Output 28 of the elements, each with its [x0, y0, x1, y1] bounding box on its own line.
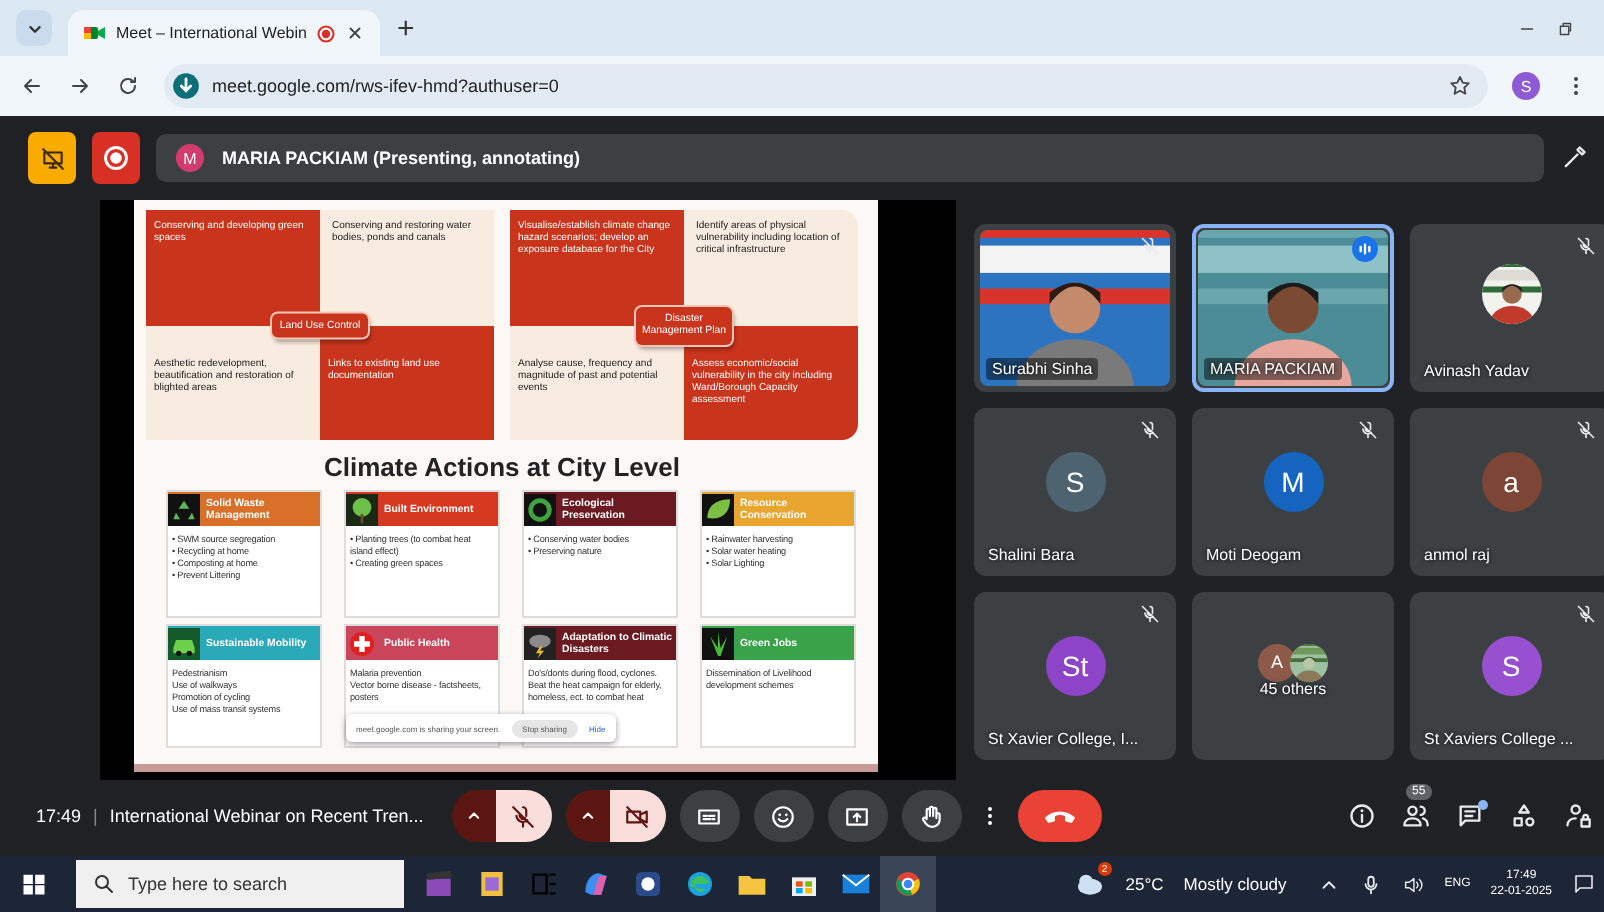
profile-avatar[interactable]: S: [1512, 72, 1540, 100]
temperature-text: 25°C: [1125, 874, 1164, 894]
slide-title: Climate Actions at City Level: [322, 450, 682, 486]
weather-text: Mostly cloudy: [1183, 874, 1287, 894]
participant-name: Surabhi Sinha: [986, 358, 1099, 380]
participant-name: Shalini Bara: [988, 546, 1075, 564]
new-tab-button[interactable]: +: [396, 13, 415, 43]
participant-avatar: a: [1481, 452, 1541, 512]
search-field[interactable]: Type here to search: [76, 860, 404, 908]
presenter-avatar: M: [176, 144, 204, 172]
presenter-label: MARIA PACKIAM (Presenting, annotating): [222, 148, 580, 168]
participant-name: Moti Deogam: [1206, 546, 1302, 564]
participant-name: St Xavier College, I...: [988, 730, 1139, 748]
participant-avatar: M: [1263, 452, 1323, 512]
participant-avatar: S: [1045, 452, 1105, 512]
participant-name: 45 others: [1257, 680, 1329, 698]
meeting-time: 17:49: [36, 806, 82, 826]
separator-text: |: [93, 806, 98, 826]
participant-name: Avinash Yadav: [1424, 362, 1529, 380]
participant-name: St Xaviers College ...: [1424, 730, 1574, 748]
meeting-title: International Webinar on Recent Tren...: [109, 806, 424, 826]
participant-name: anmol raj: [1424, 546, 1490, 564]
address-bar[interactable]: meet.google.com/rws-ifev-hmd?authuser=0: [164, 64, 1488, 108]
browser-tab[interactable]: Meet – International Webin: [68, 10, 381, 56]
participant-avatar: A: [1258, 643, 1296, 681]
participant-name: MARIA PACKIAM: [1204, 358, 1342, 380]
participant-avatar: S: [1481, 636, 1541, 696]
participant-avatar: St: [1045, 636, 1105, 696]
